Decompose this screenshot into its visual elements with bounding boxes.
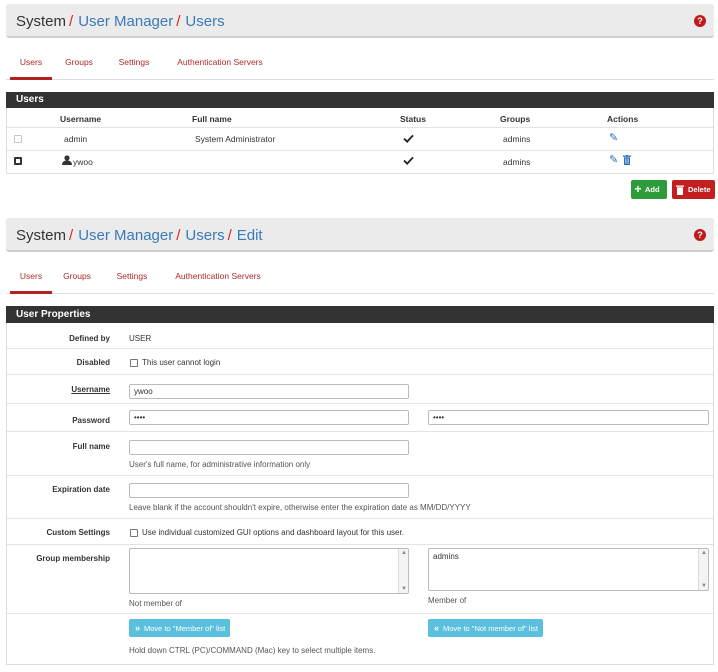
defined-by-label: Defined by <box>69 334 110 343</box>
check-icon <box>403 134 414 143</box>
defined-by-value: USER <box>129 334 152 343</box>
scrollbar[interactable]: ▲ ▼ <box>398 549 408 593</box>
users-panel-title: Users <box>6 92 714 108</box>
row-select-checkbox[interactable] <box>14 135 22 143</box>
custom-settings-checkbox[interactable] <box>130 529 138 537</box>
help-icon[interactable]: ? <box>694 15 706 27</box>
tab-users[interactable]: Users <box>10 268 52 294</box>
member-caption: Member of <box>428 596 467 605</box>
table-cell-groups: admins <box>503 134 531 144</box>
tab-bar: Users Groups Settings Authentication Ser… <box>6 268 714 294</box>
custom-settings-label: Custom Settings <box>46 528 110 537</box>
breadcrumb-system: System <box>16 227 67 244</box>
breadcrumb-user-manager[interactable]: User Manager <box>78 227 173 244</box>
tab-authentication-servers[interactable]: Authentication Servers <box>170 268 266 294</box>
fullname-help: User's full name, for administrative inf… <box>129 460 311 469</box>
double-chevron-left-icon: « <box>434 623 440 633</box>
breadcrumb-bar: System / User Manager / Users ? <box>6 4 714 38</box>
move-to-member-button[interactable]: » Move to "Member of" list <box>129 619 230 637</box>
col-groups: Groups <box>500 114 531 124</box>
breadcrumb-users[interactable]: Users <box>185 13 224 30</box>
row-select-checkbox[interactable] <box>14 157 22 165</box>
username-label: Username <box>71 385 110 394</box>
group-membership-label: Group membership <box>36 554 110 563</box>
tab-authentication-servers[interactable]: Authentication Servers <box>172 54 268 80</box>
tab-settings[interactable]: Settings <box>112 54 156 80</box>
expiration-help: Leave blank if the account shouldn't exp… <box>129 503 471 512</box>
multi-select-help: Hold down CTRL (PC)/COMMAND (Mac) key to… <box>129 646 376 655</box>
user-properties-panel-title: User Properties <box>6 306 714 323</box>
tab-settings[interactable]: Settings <box>110 268 154 294</box>
fullname-label: Full name <box>72 442 110 451</box>
double-chevron-right-icon: » <box>135 623 141 633</box>
plus-icon: + <box>634 182 642 196</box>
expiration-label: Expiration date <box>52 485 110 494</box>
add-button[interactable]: + Add <box>631 180 667 199</box>
pencil-icon[interactable]: ✎ <box>609 153 618 166</box>
table-cell-groups: admins <box>503 157 531 167</box>
expiration-input[interactable] <box>129 483 409 498</box>
scrollbar[interactable]: ▲ ▼ <box>698 549 708 590</box>
tab-bar: Users Groups Settings Authentication Ser… <box>6 54 714 80</box>
user-icon <box>62 155 72 165</box>
username-input[interactable]: ywoo <box>129 384 409 399</box>
disabled-label: Disabled <box>76 358 110 367</box>
password-label: Password <box>72 416 110 425</box>
breadcrumb-user-manager[interactable]: User Manager <box>78 13 173 30</box>
list-item[interactable]: admins <box>433 552 704 561</box>
breadcrumb-users[interactable]: Users <box>185 227 224 244</box>
disabled-text: This user cannot login <box>142 358 221 367</box>
fullname-input[interactable] <box>129 440 409 455</box>
col-status: Status <box>400 114 426 124</box>
col-actions: Actions <box>607 114 639 124</box>
breadcrumb-bar: System / User Manager / Users / Edit ? <box>6 218 714 252</box>
not-member-caption: Not member of <box>129 599 182 608</box>
move-to-not-member-button[interactable]: «Move to "Not member of" list <box>428 619 543 637</box>
breadcrumb-system: System <box>16 13 67 30</box>
trash-icon <box>676 185 684 195</box>
table-cell-username: admin <box>64 134 88 144</box>
password-input[interactable]: •••• <box>129 410 409 425</box>
col-username: Username <box>60 114 102 124</box>
col-fullname: Full name <box>192 114 232 124</box>
password-confirm-input[interactable]: •••• <box>428 410 709 425</box>
table-cell-fullname: System Administrator <box>195 134 276 144</box>
tab-groups[interactable]: Groups <box>59 268 95 294</box>
pencil-icon[interactable]: ✎ <box>609 131 618 144</box>
delete-button[interactable]: Delete <box>672 180 715 199</box>
help-icon[interactable]: ? <box>694 229 706 241</box>
breadcrumb-edit[interactable]: Edit <box>237 227 263 244</box>
check-icon <box>403 156 414 165</box>
trash-icon[interactable] <box>623 155 631 165</box>
custom-settings-text: Use individual customized GUI options an… <box>142 528 404 537</box>
breadcrumb: System / User Manager / Users / Edit <box>16 227 263 244</box>
member-listbox[interactable]: admins ▲ ▼ <box>428 548 709 591</box>
disabled-checkbox[interactable] <box>130 359 138 367</box>
table-cell-username: ywoo <box>73 157 93 167</box>
not-member-listbox[interactable]: ▲ ▼ <box>129 548 409 594</box>
tab-users[interactable]: Users <box>10 54 52 80</box>
breadcrumb: System / User Manager / Users <box>16 13 225 30</box>
tab-groups[interactable]: Groups <box>61 54 97 80</box>
